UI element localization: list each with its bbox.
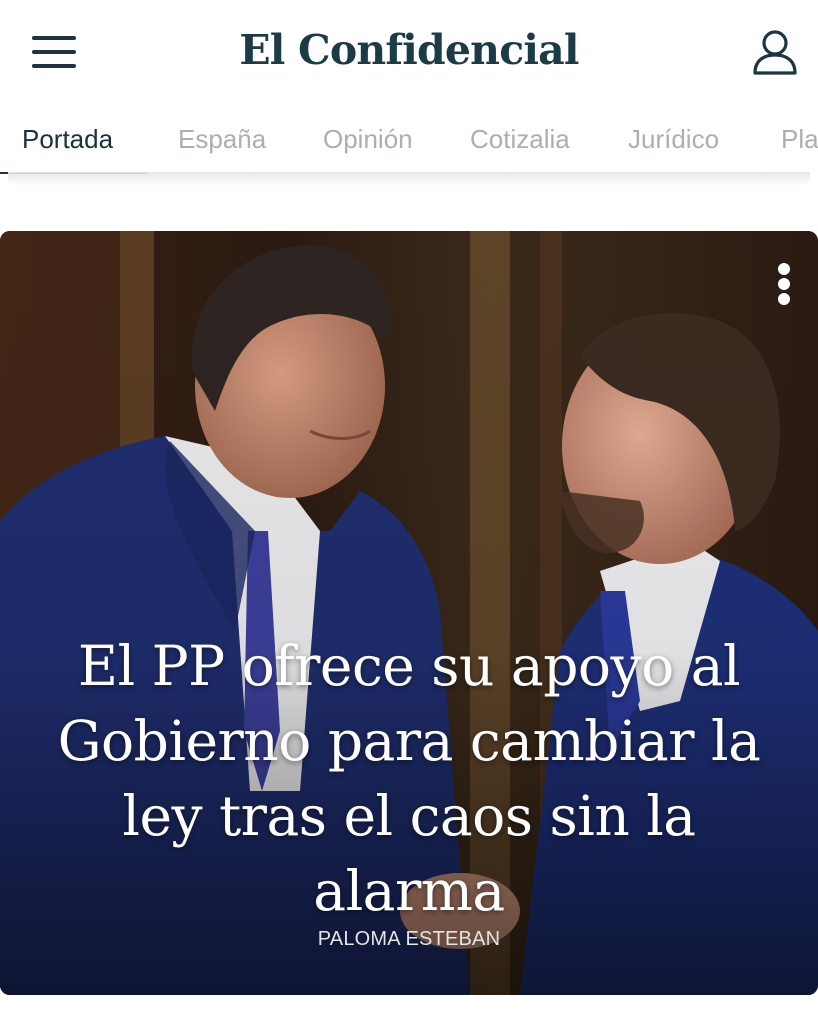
hero-headline[interactable]: El PP ofrece su apoyo al Gobierno para c…	[30, 629, 788, 929]
app-header: El Confidencial	[0, 0, 818, 104]
tab-partial[interactable]: Pla	[781, 124, 818, 155]
tab-juridico[interactable]: Jurídico	[628, 124, 719, 155]
hero-author[interactable]: PALOMA ESTEBAN	[0, 928, 818, 951]
tabs-divider	[8, 172, 810, 186]
site-logo[interactable]: El Confidencial	[0, 26, 818, 74]
more-vertical-icon[interactable]	[770, 261, 798, 309]
section-tabs: Portada España Opinión Cotizalia Jurídic…	[0, 106, 818, 174]
tab-cotizalia[interactable]: Cotizalia	[470, 124, 570, 155]
tab-portada[interactable]: Portada	[22, 124, 113, 155]
hero-article-card[interactable]: El PP ofrece su apoyo al Gobierno para c…	[0, 231, 818, 995]
user-icon[interactable]	[748, 26, 802, 78]
tab-espana[interactable]: España	[178, 124, 266, 155]
tab-opinion[interactable]: Opinión	[323, 124, 413, 155]
